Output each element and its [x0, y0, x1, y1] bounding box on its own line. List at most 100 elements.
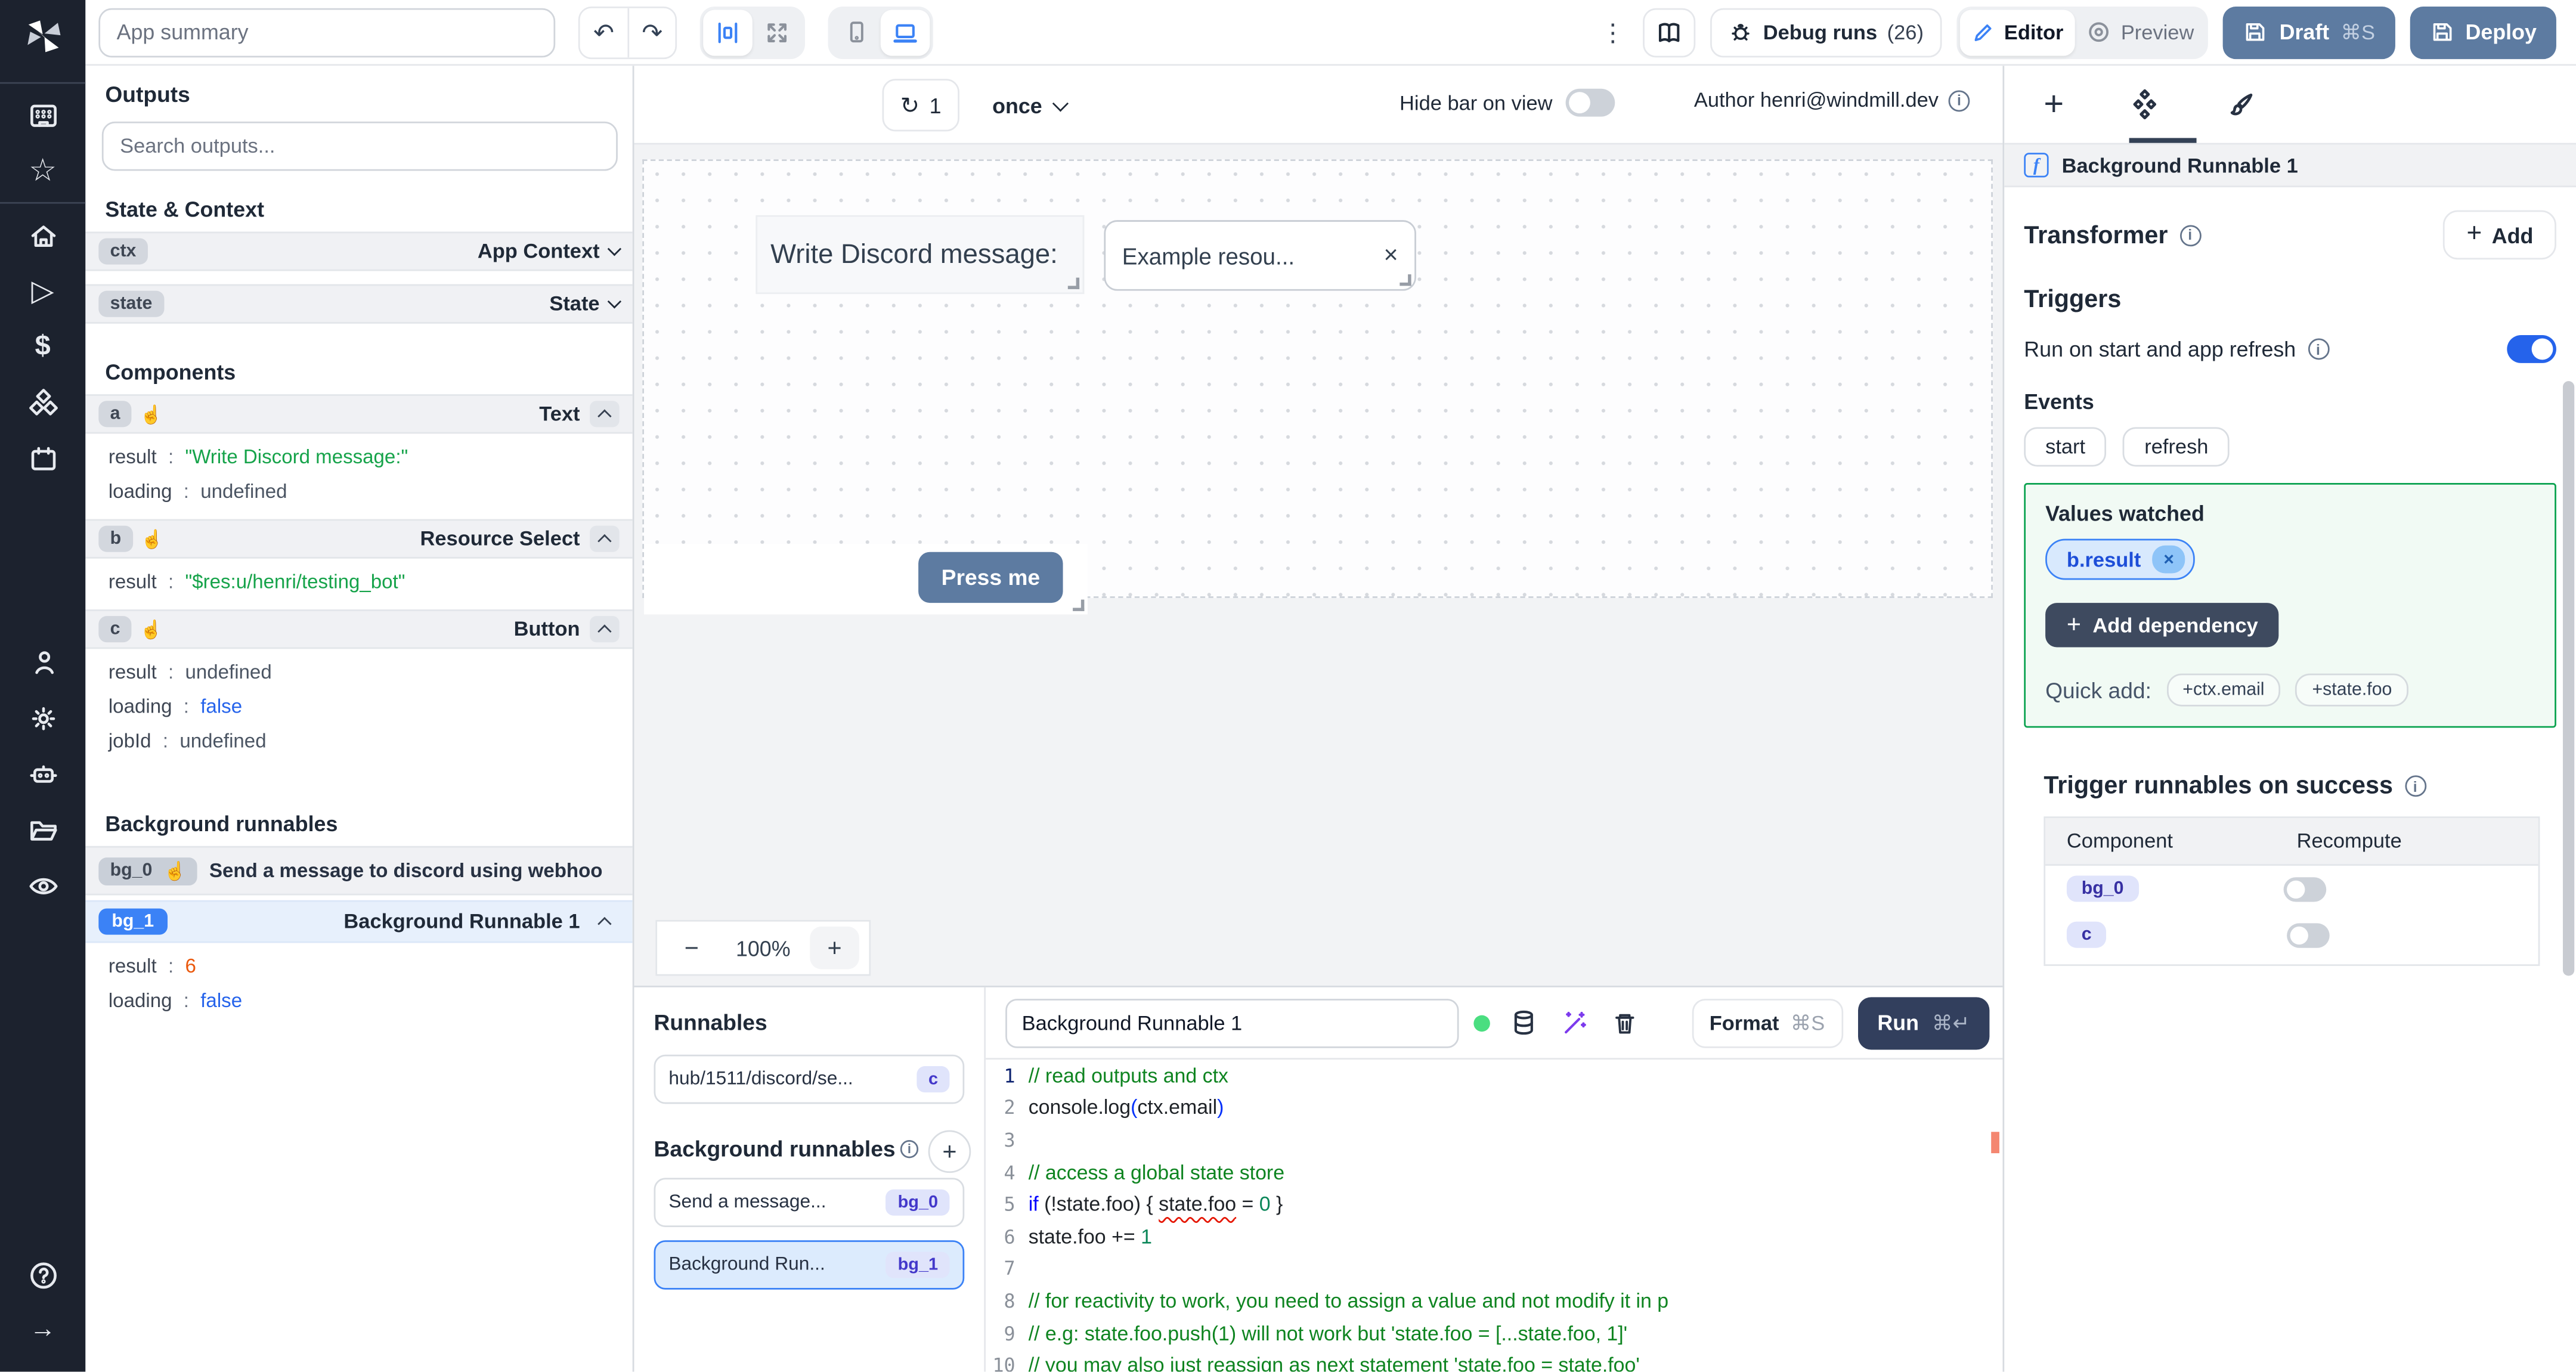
undo-button[interactable]: ↶	[580, 7, 628, 57]
add-background-runnable-button[interactable]: +	[928, 1130, 971, 1173]
help-question-icon[interactable]	[13, 1247, 72, 1303]
expand-button[interactable]	[753, 9, 802, 55]
draft-button[interactable]: Draft ⌘S	[2223, 5, 2395, 58]
code-line[interactable]: 2 console.log(ctx.email)	[986, 1092, 2002, 1124]
code-line[interactable]: 7	[986, 1253, 2002, 1285]
tab-preview[interactable]: Preview	[2075, 9, 2206, 55]
favorites-star-icon[interactable]: ☆	[13, 143, 72, 199]
info-icon[interactable]: i	[2179, 224, 2201, 246]
bg1-row[interactable]: bg_1 Background Runnable 1	[85, 900, 633, 943]
code-area[interactable]: 1// read outputs and ctx 2 console.log(ctx…	[986, 1060, 2003, 1372]
runs-play-icon[interactable]: ▷	[13, 263, 72, 319]
code-line[interactable]: 10// you may also just reassign as next …	[986, 1349, 2002, 1372]
clear-select-icon[interactable]: ×	[1383, 241, 1398, 270]
info-icon[interactable]: i	[1948, 89, 1970, 111]
component-b-row[interactable]: b ☝ Resource Select	[85, 519, 633, 559]
collapse-button[interactable]	[590, 909, 620, 935]
press-me-button[interactable]: Press me	[918, 552, 1063, 603]
quick-add-state-foo[interactable]: +state.foo	[2295, 673, 2408, 707]
collapse-arrow-icon[interactable]: →	[13, 1303, 72, 1359]
windmill-logo-icon[interactable]	[21, 15, 64, 66]
bg-runnable-item-0[interactable]: Send a message... bg_0	[654, 1178, 965, 1228]
tab-theme-paintbrush-icon[interactable]	[2227, 89, 2256, 119]
delete-trash-icon[interactable]	[1606, 1009, 1643, 1036]
add-transformer-button[interactable]: + Add	[2443, 210, 2556, 260]
code-line[interactable]: 5 if (!state.foo) { state.foo = 0 }	[986, 1188, 2002, 1221]
collapse-button[interactable]	[590, 525, 620, 552]
refresh-counter-button[interactable]: ↻ 1	[882, 79, 959, 132]
app-canvas[interactable]: Write Discord message: Example resou... …	[642, 159, 1993, 615]
deploy-button[interactable]: Deploy	[2409, 5, 2556, 58]
settings-gear-icon[interactable]	[13, 690, 72, 746]
ctx-row[interactable]: ctx App Context	[85, 231, 633, 271]
bg0-row[interactable]: bg_0 ☝ Send a message to discord using we…	[85, 846, 633, 896]
format-button[interactable]: Format ⌘S	[1691, 998, 1843, 1048]
folders-icon[interactable]	[13, 801, 72, 857]
more-menu-kebab-icon[interactable]: ⋮	[1597, 17, 1628, 47]
inspector-scrollbar[interactable]	[2562, 381, 2575, 976]
info-icon[interactable]: i	[900, 1140, 919, 1159]
debug-runs-button[interactable]: Debug runs (26)	[1710, 7, 1942, 57]
center-align-button[interactable]	[703, 9, 753, 55]
apps-icon[interactable]	[13, 87, 72, 143]
collapse-button[interactable]	[590, 616, 620, 643]
cache-database-icon[interactable]	[1505, 1009, 1541, 1037]
zoom-in-button[interactable]: +	[810, 926, 859, 970]
event-chip-start[interactable]: start	[2024, 427, 2107, 467]
tab-editor[interactable]: Editor	[1959, 9, 2075, 55]
runnable-item-hub[interactable]: hub/1511/discord/se... c	[654, 1054, 965, 1104]
state-row[interactable]: state State	[85, 284, 633, 324]
text-component[interactable]: Write Discord message:	[756, 215, 1085, 295]
docs-book-button[interactable]	[1643, 7, 1696, 57]
recompute-toggle-c[interactable]	[2287, 922, 2330, 947]
code-line[interactable]: 1// read outputs and ctx	[986, 1060, 2002, 1092]
code-line[interactable]: 4// access a global state store	[986, 1156, 2002, 1188]
bg-runnable-item-1-selected[interactable]: Background Run... bg_1	[654, 1240, 965, 1290]
ai-wand-icon[interactable]	[1556, 1009, 1592, 1037]
tab-settings-diamonds-icon[interactable]	[2129, 89, 2160, 120]
workers-robot-icon[interactable]	[13, 746, 72, 802]
resize-handle[interactable]	[1067, 277, 1080, 289]
desktop-view-button[interactable]	[880, 9, 930, 55]
recompute-toggle-bg0[interactable]	[2283, 876, 2326, 902]
run-on-start-toggle[interactable]	[2507, 335, 2556, 363]
quick-add-ctx-email[interactable]: +ctx.email	[2166, 673, 2281, 707]
code-line[interactable]: 8// for reactivity to work, you need to …	[986, 1285, 2002, 1317]
app-summary-input[interactable]	[98, 7, 556, 57]
hide-bar-toggle[interactable]	[1565, 88, 1615, 117]
code-line[interactable]: 6 state.foo += 1	[986, 1221, 2002, 1253]
add-dependency-button[interactable]: + Add dependency	[2045, 603, 2280, 648]
remove-dependency-icon[interactable]: ×	[2152, 545, 2185, 574]
audit-eye-icon[interactable]	[13, 857, 72, 913]
component-badge[interactable]: bg_0	[2066, 875, 2139, 902]
runnable-name-input[interactable]	[1005, 998, 1459, 1048]
resize-handle[interactable]	[1073, 599, 1085, 611]
resources-boxes-icon[interactable]	[13, 374, 72, 431]
resource-select-component[interactable]: Example resou... ×	[1104, 220, 1416, 291]
home-icon[interactable]	[13, 207, 72, 263]
component-badge[interactable]: c	[2066, 921, 2107, 948]
watched-dependency-chip[interactable]: b.result ×	[2045, 538, 2196, 580]
users-person-icon[interactable]	[13, 634, 72, 690]
event-chip-refresh[interactable]: refresh	[2123, 427, 2230, 467]
button-component-container[interactable]: Press me	[643, 543, 1088, 615]
resize-handle[interactable]	[1400, 274, 1411, 286]
chevron-down-icon[interactable]	[607, 295, 622, 309]
component-a-row[interactable]: a ☝ Text	[85, 394, 633, 434]
mobile-view-button[interactable]	[831, 9, 881, 55]
run-button[interactable]: Run ⌘↵	[1857, 996, 1990, 1049]
chevron-down-icon[interactable]	[607, 241, 622, 256]
info-icon[interactable]: i	[2307, 338, 2329, 360]
component-c-row[interactable]: c ☝ Button	[85, 609, 633, 649]
search-outputs-input[interactable]	[101, 121, 618, 171]
variables-dollar-icon[interactable]: $	[13, 318, 72, 374]
refresh-mode-select[interactable]: once	[992, 79, 1070, 131]
redo-button[interactable]: ↷	[627, 7, 676, 57]
schedules-calendar-icon[interactable]	[13, 431, 72, 487]
info-icon[interactable]: i	[2404, 775, 2426, 797]
tab-insert-plus-icon[interactable]: +	[2044, 85, 2064, 124]
code-line[interactable]: 3	[986, 1124, 2002, 1156]
code-line[interactable]: 9// e.g: state.foo.push(1) will not work…	[986, 1317, 2002, 1349]
collapse-button[interactable]	[590, 401, 620, 428]
zoom-out-button[interactable]: −	[667, 934, 717, 962]
